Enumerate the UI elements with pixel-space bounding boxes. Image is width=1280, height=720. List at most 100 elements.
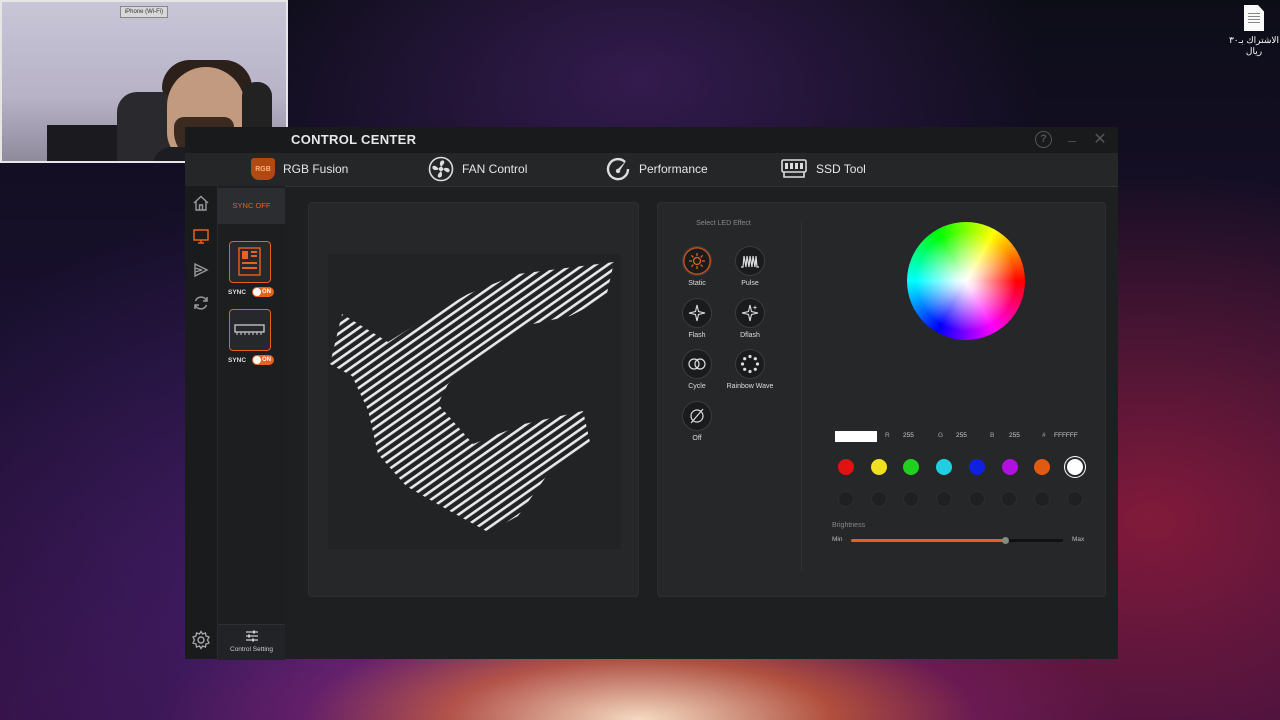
brightness-max-label: Max [1072,536,1085,543]
color-wheel[interactable] [907,222,1025,340]
close-button[interactable]: ✕ [1091,131,1109,149]
custom-color-slot[interactable] [871,491,887,507]
memory-icon [234,324,265,335]
preset-color-swatch[interactable] [936,459,953,475]
monitor-icon[interactable] [192,227,210,245]
control-center-window: CONTROL CENTER ? – ✕ RGB RGB Fusion FAN … [185,127,1118,660]
effect-button[interactable] [682,246,712,276]
webcam-label: iPhone (Wi-Fi) [120,6,168,18]
fan-icon [428,156,454,182]
toggle-label: ON [262,289,271,295]
sync-toggle[interactable]: ON [252,355,274,365]
custom-color-slot[interactable] [1034,491,1050,507]
control-setting-button[interactable]: Control Setting [218,624,285,660]
current-color-swatch [835,431,877,442]
effect-button[interactable] [735,349,765,379]
wave-icon [741,255,759,268]
brightness-min-label: Min [832,536,843,543]
tab-rgb-fusion[interactable]: RGB RGB Fusion [251,156,348,182]
tab-performance[interactable]: Performance [605,156,708,182]
title-bar[interactable]: CONTROL CENTER ? – ✕ [185,127,1118,153]
effect-button[interactable] [735,298,765,328]
custom-color-slot[interactable] [969,491,985,507]
preset-color-swatch[interactable] [838,459,854,475]
toggle-label: ON [262,357,271,363]
rgb-fusion-icon: RGB [251,158,275,180]
effect-label: Pulse [741,280,759,287]
effect-button[interactable] [682,349,712,379]
effect-static[interactable]: Static [681,246,713,287]
effect-button[interactable] [735,246,765,276]
effect-cycle[interactable]: Cycle [681,349,713,390]
device-motherboard[interactable] [229,241,271,283]
sync-icon[interactable] [192,294,210,312]
effect-label: Dflash [740,332,760,339]
hex-value-input[interactable]: FFFFFF [1054,432,1078,439]
device-memory[interactable] [229,309,271,351]
custom-color-slot[interactable] [1067,491,1083,507]
preset-color-swatch[interactable] [1066,459,1083,475]
sliders-icon [245,630,258,642]
sparkle-double-icon [741,304,759,322]
effect-label: Rainbow Wave [726,383,774,390]
effect-rainbow-wave[interactable]: Rainbow Wave [727,349,773,390]
document-icon [1244,5,1264,31]
b-value-input[interactable]: 255 [1009,432,1020,439]
g-value-input[interactable]: 255 [956,432,967,439]
preset-color-swatch[interactable] [968,459,985,475]
desktop-file-name: الاشتراك بـ٣٠ ريال [1228,35,1280,56]
gear-icon[interactable] [191,630,211,650]
effect-button[interactable] [682,401,712,431]
r-value-input[interactable]: 255 [903,432,914,439]
tab-ssd-tool[interactable]: SSD Tool [780,156,866,182]
effect-dflash[interactable]: Dflash [734,298,766,339]
b-label: B [990,432,995,439]
custom-color-slot[interactable] [936,491,952,507]
device-preview-panel [308,202,639,597]
brightness-label: Brightness [832,522,866,529]
sync-off-button[interactable]: SYNC OFF [218,188,285,224]
effects-heading: Select LED Effect [696,220,751,227]
custom-color-slot[interactable] [1001,491,1017,507]
g-label: G [938,432,944,439]
preset-color-swatch[interactable] [870,459,887,475]
background-monitor [47,125,122,161]
minimize-button[interactable]: – [1063,131,1081,149]
device-sync-label: SYNC [228,289,247,296]
side-rail [185,186,218,659]
effect-button[interactable] [682,298,712,328]
home-icon[interactable] [192,194,210,212]
aorus-eagle-logo [330,262,614,532]
off-icon [690,408,704,424]
help-button[interactable]: ? [1035,131,1052,148]
play-icon[interactable] [192,261,210,279]
brightness-slider[interactable] [851,537,1063,544]
desktop-file[interactable]: الاشتراك بـ٣٠ ريال [1228,5,1280,57]
effect-pulse[interactable]: Pulse [734,246,766,287]
custom-color-slot[interactable] [838,491,854,507]
nav-bar: RGB RGB Fusion FAN Control Performance S… [185,153,1118,187]
cycle-icon [688,358,706,370]
toggle-knob [253,356,261,364]
sparkle-icon [688,304,706,322]
tab-label: FAN Control [462,162,528,176]
led-effects-panel: Select LED Effect Static Pulse Flash Dfl… [657,202,1106,597]
preset-color-swatch[interactable] [1001,459,1018,475]
tab-label: SSD Tool [816,162,866,176]
motherboard-icon [238,247,261,276]
brightness-fill [851,539,1006,542]
hex-label: # [1042,432,1046,439]
panel-divider [801,222,802,572]
preset-color-swatch[interactable] [1034,459,1051,475]
brightness-handle[interactable] [1002,537,1010,544]
effect-off[interactable]: Off [681,401,713,442]
sync-toggle[interactable]: ON [252,287,274,297]
preview-area [328,254,621,549]
preset-color-swatch[interactable] [903,459,920,475]
device-sync-label: SYNC [228,357,247,364]
dots-ring-icon [740,354,760,374]
custom-color-slot[interactable] [903,491,919,507]
control-setting-label: Control Setting [230,646,273,653]
tab-fan-control[interactable]: FAN Control [428,156,527,182]
effect-flash[interactable]: Flash [681,298,713,339]
